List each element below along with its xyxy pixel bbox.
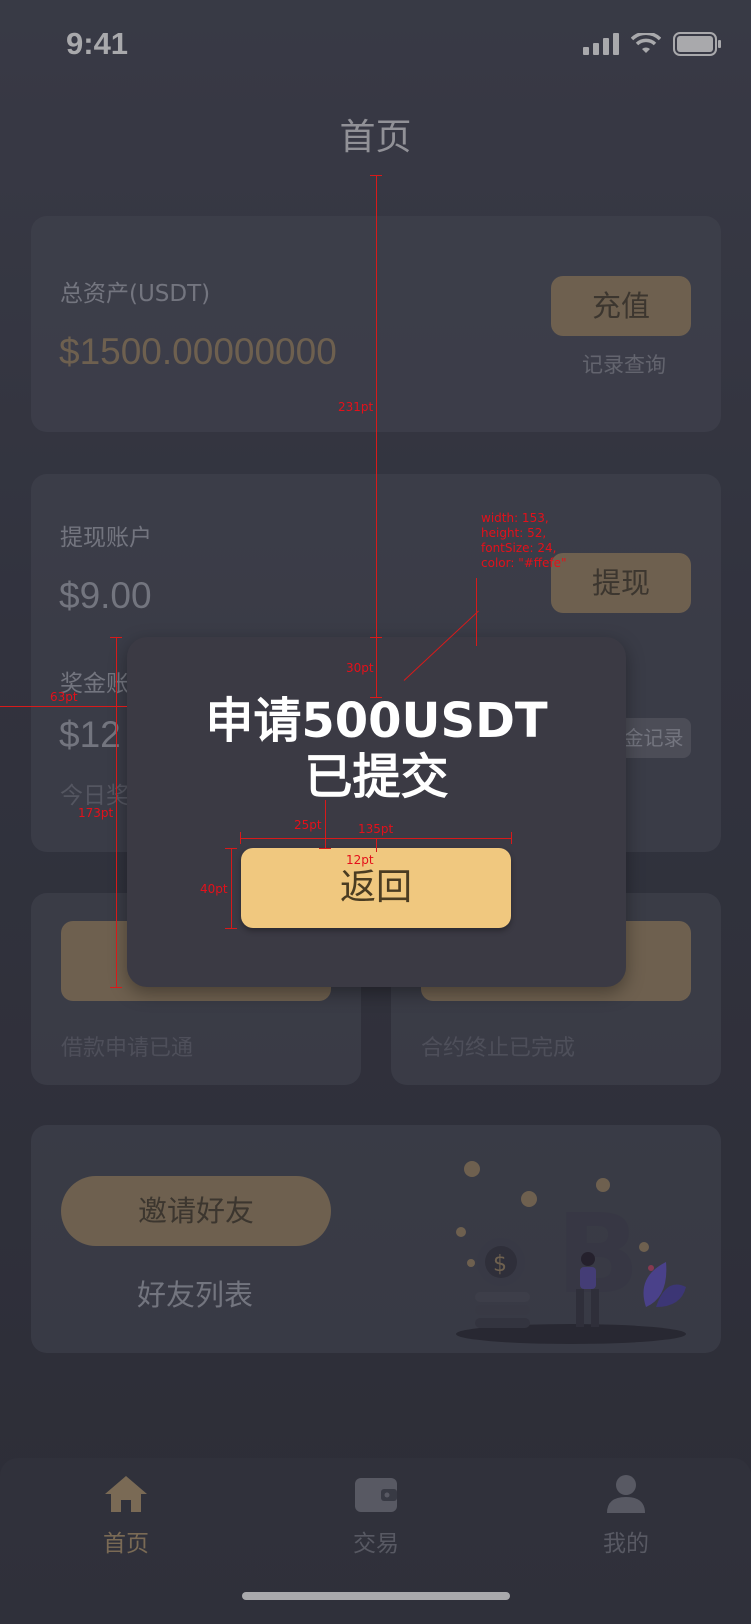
dialog-message-line1: 申请500USDT	[205, 693, 548, 749]
annotation-173pt: 173pt	[78, 806, 114, 820]
annotation-line-30	[376, 637, 377, 697]
annotation-spec-fontsize: fontSize: 24,	[481, 541, 557, 555]
annotation-135pt: 135pt	[358, 822, 394, 836]
annotation-line-231	[376, 175, 377, 637]
annotation-25pt: 25pt	[294, 818, 322, 832]
annotation-63pt: 63pt	[50, 690, 78, 704]
annotation-12pt: 12pt	[346, 853, 374, 867]
annotation-30pt: 30pt	[346, 661, 374, 675]
annotation-tick-top	[370, 175, 382, 176]
annotation-tick-173-top	[110, 637, 122, 638]
annotation-tick-135-r	[511, 832, 512, 844]
annotation-tick-40-bot	[225, 928, 237, 929]
annotation-line-173	[116, 637, 117, 987]
return-button[interactable]: 返回	[241, 848, 511, 928]
annotation-spec-width: width: 153,	[481, 511, 549, 525]
dialog-message-line2: 已提交	[304, 749, 449, 805]
annotation-tick-25	[319, 848, 331, 849]
dialog-message: 申请500USDT 已提交	[127, 693, 626, 805]
annotation-line-25	[325, 800, 326, 848]
annotation-231pt: 231pt	[338, 400, 374, 414]
annotation-tick-30	[370, 697, 382, 698]
annotation-line-12	[376, 838, 377, 852]
annotation-spec-height: height: 52,	[481, 526, 547, 540]
annotation-line-40	[231, 848, 232, 928]
annotation-40pt: 40pt	[200, 882, 228, 896]
annotation-line-63	[0, 706, 127, 707]
annotation-tick-173-bot	[110, 987, 122, 988]
annotation-spec-color: color: "#ffefe"	[481, 556, 567, 570]
annotation-tick-40-top	[225, 848, 237, 849]
annotation-tick-135-l	[240, 832, 241, 844]
